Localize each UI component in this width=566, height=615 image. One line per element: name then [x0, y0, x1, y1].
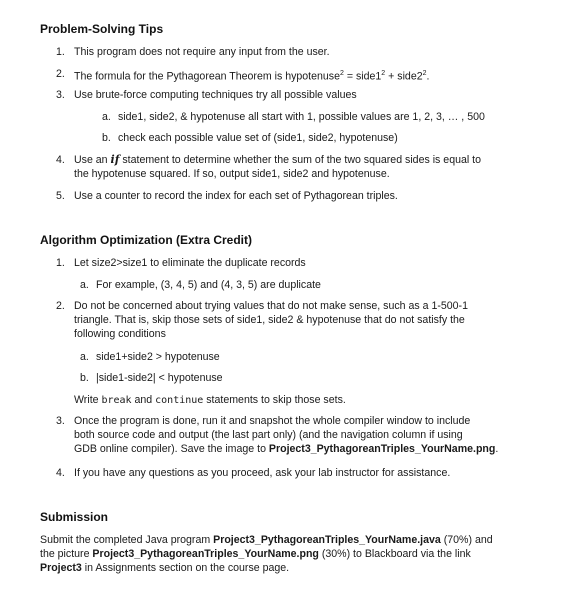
java-filename: Project3_PythagoreanTriples_YourName.jav… — [213, 534, 441, 546]
continue-keyword: continue — [155, 395, 204, 406]
list-number: 1. — [56, 257, 65, 269]
list-letter: a. — [80, 279, 89, 291]
list-text: This program does not require any input … — [74, 46, 330, 58]
list-text: Once the program is done, run it and sna… — [74, 415, 499, 455]
list-text: Do not be concerned about trying values … — [74, 300, 468, 340]
list-letter: a. — [102, 111, 111, 123]
list-letter: b. — [80, 372, 89, 384]
list-number: 3. — [56, 415, 65, 427]
list-letter: a. — [80, 351, 89, 363]
break-keyword: break — [101, 395, 132, 406]
png-filename: Project3_PythagoreanTriples_YourName.png — [92, 548, 319, 560]
list-number: 4. — [56, 154, 65, 166]
png-filename: Project3_PythagoreanTriples_YourName.png — [268, 443, 496, 455]
list-text: side1, side2, & hypotenuse all start wit… — [118, 111, 485, 123]
list-number: 2. — [56, 300, 65, 312]
list-text: side1+side2 > hypotenuse — [96, 351, 220, 363]
list-text: Write break and continue statements to s… — [74, 394, 346, 406]
list-letter: b. — [102, 132, 111, 144]
list-text: Use brute-force computing techniques try… — [74, 89, 357, 101]
list-text: |side1-side2| < hypotenuse — [96, 372, 223, 384]
list-number: 5. — [56, 190, 65, 202]
list-number: 4. — [56, 467, 65, 479]
heading-submission: Submission — [40, 510, 109, 524]
list-text: Use an if statement to determine whether… — [74, 153, 482, 180]
list-number: 3. — [56, 89, 65, 101]
list-number: 1. — [56, 46, 65, 58]
list-number: 2. — [56, 68, 65, 80]
list-text: The formula for the Pythagorean Theorem … — [74, 70, 430, 83]
document-page: Problem-Solving Tips 1. This program doe… — [0, 0, 566, 615]
submission-paragraph: Submit the completed Java program Projec… — [40, 534, 493, 574]
heading-algorithm-optimization: Algorithm Optimization (Extra Credit) — [40, 233, 253, 247]
list-text: Let size2>size1 to eliminate the duplica… — [74, 257, 306, 269]
heading-problem-solving-tips: Problem-Solving Tips — [40, 22, 164, 36]
list-text: Use a counter to record the index for ea… — [74, 190, 398, 202]
list-text: For example, (3, 4, 5) and (4, 3, 5) are… — [96, 279, 321, 291]
list-text: If you have any questions as you proceed… — [74, 467, 451, 479]
project3-link-name: Project3 — [40, 562, 82, 574]
list-text: check each possible value set of (side1,… — [118, 132, 398, 144]
